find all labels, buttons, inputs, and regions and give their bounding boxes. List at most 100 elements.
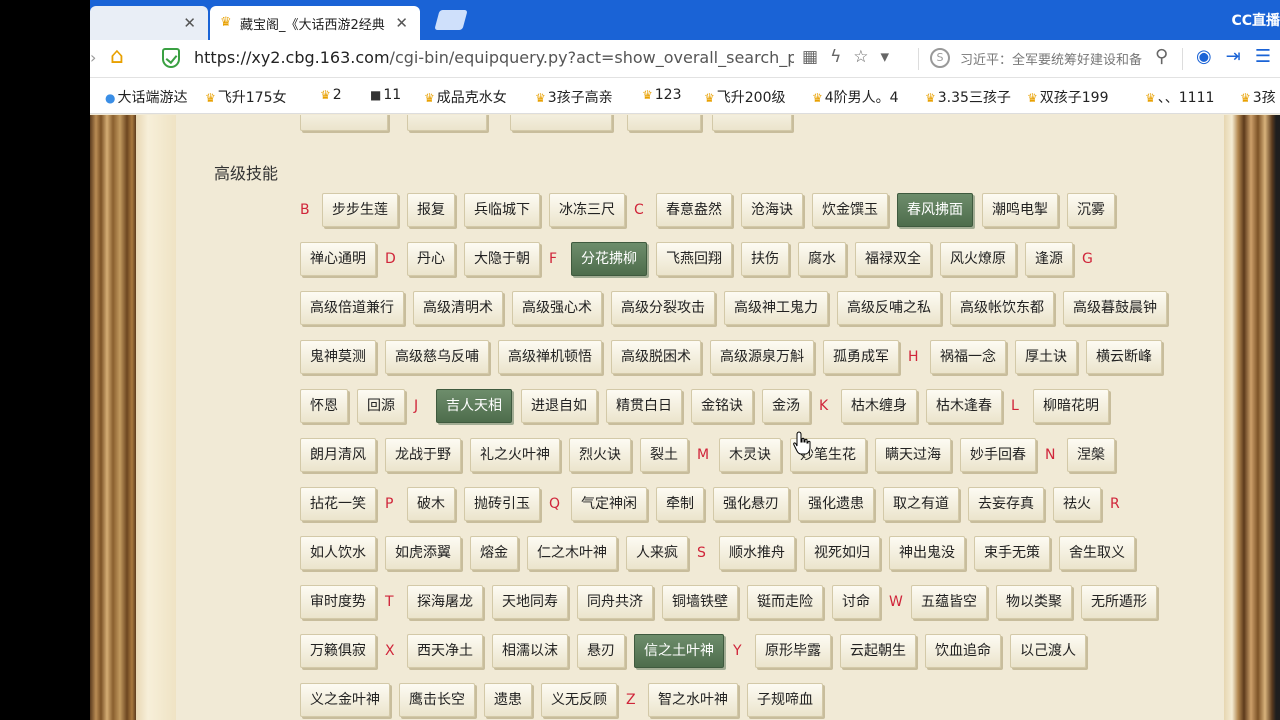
skill-button[interactable]: 讨命: [832, 585, 880, 619]
skill-button[interactable]: 五蕴皆空: [911, 585, 987, 619]
skill-button[interactable]: 视死如归: [804, 536, 880, 570]
skill-button[interactable]: 金汤: [762, 389, 810, 423]
skill-button[interactable]: 如人饮水: [300, 536, 376, 570]
skill-button[interactable]: 取之有道: [883, 487, 959, 521]
skill-button[interactable]: 神出鬼没: [889, 536, 965, 570]
skill-button[interactable]: 物以类聚: [996, 585, 1072, 619]
sign-in-icon[interactable]: ⇥: [1226, 46, 1241, 67]
forward-arrow-icon[interactable]: ›: [90, 48, 96, 67]
skill-button[interactable]: 横云断峰: [1086, 340, 1162, 374]
skill-button[interactable]: 报复: [407, 193, 455, 227]
skill-button[interactable]: 仁之木叶神: [527, 536, 617, 570]
skill-button[interactable]: 人来疯: [626, 536, 688, 570]
skill-button[interactable]: 云起朝生: [840, 634, 916, 668]
skill-button[interactable]: 子规啼血: [747, 683, 823, 717]
skill-button[interactable]: 高级清明术: [413, 291, 503, 325]
skill-button[interactable]: 飞燕回翔: [656, 242, 732, 276]
skill-button[interactable]: 回源: [357, 389, 405, 423]
skill-button[interactable]: 天地同寿: [492, 585, 568, 619]
skill-button[interactable]: 高级倍道兼行: [300, 291, 404, 325]
bookmark-item[interactable]: ♛ 飞升200级: [704, 87, 786, 107]
skill-button[interactable]: 高级暮鼓晨钟: [1063, 291, 1167, 325]
skill-button[interactable]: 悬刃: [577, 634, 625, 668]
skill-button[interactable]: 去妄存真: [968, 487, 1044, 521]
bookmark-item[interactable]: ♛ 、、1111: [1145, 87, 1214, 107]
skill-button[interactable]: 礼之火叶神: [470, 438, 560, 472]
skill-button[interactable]: 禅心通明: [300, 242, 376, 276]
skill-button[interactable]: 大隐于朝: [464, 242, 540, 276]
skill-button[interactable]: 探海屠龙: [407, 585, 483, 619]
skill-button[interactable]: 高级帐饮东都: [950, 291, 1054, 325]
skill-button[interactable]: 破木: [407, 487, 455, 521]
skill-button[interactable]: 孤勇成军: [823, 340, 899, 374]
bookmark-item[interactable]: ♛ 123: [642, 87, 682, 103]
tab-close-icon[interactable]: ✕: [395, 14, 408, 32]
skill-button[interactable]: 束手无策: [974, 536, 1050, 570]
skill-button-selected[interactable]: 吉人天相: [436, 389, 512, 423]
skill-button[interactable]: 西天净土: [407, 634, 483, 668]
bookmark-item[interactable]: ♛ 2: [320, 87, 342, 103]
skill-button[interactable]: 裂土: [640, 438, 688, 472]
skill-button[interactable]: 腐水: [798, 242, 846, 276]
skill-button[interactable]: 步步生莲: [322, 193, 398, 227]
skill-button[interactable]: 同舟共济: [577, 585, 653, 619]
skill-button[interactable]: 春意盎然: [656, 193, 732, 227]
skill-button[interactable]: 熔金: [470, 536, 518, 570]
skill-button[interactable]: 相濡以沫: [492, 634, 568, 668]
skill-button[interactable]: 高级脱困术: [611, 340, 701, 374]
skill-button[interactable]: 高级神工鬼力: [724, 291, 828, 325]
skill-button[interactable]: 鬼神莫测: [300, 340, 376, 374]
skill-button[interactable]: 枯木逢春: [926, 389, 1002, 423]
home-icon[interactable]: ⌂: [110, 44, 124, 69]
skill-button[interactable]: 朗月清风: [300, 438, 376, 472]
dropdown-icon[interactable]: ▾: [881, 47, 890, 67]
bookmark-item[interactable]: ♛ 成品克水女: [424, 87, 507, 107]
skill-button[interactable]: 舍生取义: [1059, 536, 1135, 570]
skill-button[interactable]: [407, 115, 487, 131]
skill-button-selected[interactable]: 分花拂柳: [571, 242, 647, 276]
skill-button[interactable]: 妙手回春: [960, 438, 1036, 472]
bookmark-item[interactable]: ♛ 飞升175女: [205, 87, 287, 107]
skill-button[interactable]: [712, 115, 792, 131]
skill-button[interactable]: [300, 115, 388, 131]
skill-button[interactable]: 怀恩: [300, 389, 348, 423]
skill-button[interactable]: [510, 115, 612, 131]
skill-button[interactable]: 精贯白日: [606, 389, 682, 423]
skill-button[interactable]: 义之金叶神: [300, 683, 390, 717]
skill-button[interactable]: 铤而走险: [747, 585, 823, 619]
browser-search-icon[interactable]: ◉: [1196, 46, 1212, 67]
skill-button[interactable]: 气定神闲: [571, 487, 647, 521]
skill-button[interactable]: 沉雾: [1067, 193, 1115, 227]
bookmark-item[interactable]: ♛ 3孩子高亲: [535, 87, 613, 107]
url-field[interactable]: https://xy2.cbg.163.com/cgi-bin/equipque…: [194, 48, 794, 67]
skill-button[interactable]: 福禄双全: [855, 242, 931, 276]
skill-button[interactable]: 抛砖引玉: [464, 487, 540, 521]
skill-button[interactable]: 义无反顾: [541, 683, 617, 717]
skill-button[interactable]: 进退自如: [521, 389, 597, 423]
skill-button[interactable]: 炊金馔玉: [812, 193, 888, 227]
qr-code-icon[interactable]: ▦: [802, 47, 818, 67]
bookmark-item[interactable]: ♛ 3孩: [1240, 87, 1276, 107]
tab-active[interactable]: ♛ 藏宝阁_《大话西游2经典 ✕: [210, 6, 420, 40]
skill-button[interactable]: 柳暗花明: [1033, 389, 1109, 423]
skill-button[interactable]: 以己渡人: [1010, 634, 1086, 668]
skill-button[interactable]: 丹心: [407, 242, 455, 276]
skill-button[interactable]: 潮鸣电掣: [982, 193, 1058, 227]
skill-button[interactable]: 风火燎原: [940, 242, 1016, 276]
skill-button[interactable]: 扶伤: [741, 242, 789, 276]
skill-button[interactable]: 遗患: [484, 683, 532, 717]
skill-button[interactable]: 冰冻三尺: [549, 193, 625, 227]
bookmark-item[interactable]: ♛ 3.35三孩子: [925, 87, 1011, 107]
skill-button[interactable]: 高级反哺之私: [837, 291, 941, 325]
skill-button[interactable]: 铜墙铁壁: [662, 585, 738, 619]
skill-button[interactable]: 如虎添翼: [385, 536, 461, 570]
skill-button[interactable]: 审时度势: [300, 585, 376, 619]
skill-button[interactable]: 原形毕露: [755, 634, 831, 668]
lightning-icon[interactable]: ϟ: [830, 47, 841, 67]
skill-button[interactable]: 智之水叶神: [648, 683, 738, 717]
skill-button[interactable]: 沧海诀: [741, 193, 803, 227]
skill-button[interactable]: 牵制: [656, 487, 704, 521]
skill-button-selected[interactable]: 信之土叶神: [634, 634, 724, 668]
skill-button[interactable]: 金铭诀: [691, 389, 753, 423]
skill-button[interactable]: 烈火诀: [569, 438, 631, 472]
